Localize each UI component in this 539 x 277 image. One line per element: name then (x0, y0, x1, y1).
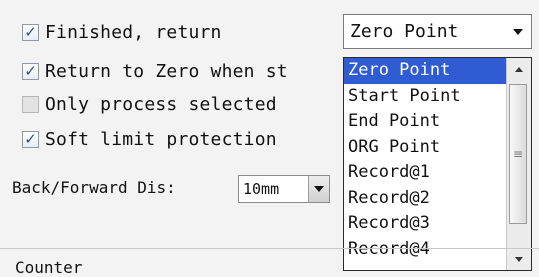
back-forward-distance-select[interactable]: 10mm (238, 175, 330, 203)
return-to-zero-checkbox[interactable]: ✓ (22, 61, 39, 80)
arrow-down-icon[interactable] (507, 248, 530, 270)
soft-limit-protection-checkbox-row[interactable]: ✓ Soft limit protection (22, 127, 277, 151)
checkmark-icon: ✓ (24, 129, 37, 148)
dropdown-scrollbar[interactable]: ≡ (506, 58, 531, 270)
back-forward-distance-value: 10mm (243, 180, 280, 198)
section-divider (0, 248, 539, 249)
dropdown-item-zero-point[interactable]: Zero Point (344, 58, 508, 84)
dropdown-item-org-point[interactable]: ORG Point (344, 135, 508, 161)
finished-return-checkbox[interactable]: ✓ (22, 22, 39, 41)
soft-limit-protection-checkbox[interactable]: ✓ (22, 129, 39, 148)
dropdown-item-start-point[interactable]: Start Point (344, 84, 508, 110)
only-process-selected-checkbox-row[interactable]: Only process selected (22, 92, 277, 116)
dropdown-items: Zero Point Start Point End Point ORG Poi… (344, 58, 508, 262)
settings-panel: ✓ Finished, return ✓ Return to Zero when… (0, 0, 539, 277)
return-point-selected-value: Zero Point (350, 21, 459, 42)
return-to-zero-checkbox-row[interactable]: ✓ Return to Zero when st (22, 59, 288, 83)
return-point-select[interactable]: Zero Point (343, 14, 532, 49)
soft-limit-protection-label: Soft limit protection (45, 128, 277, 150)
chevron-down-icon[interactable] (505, 15, 531, 48)
counter-section-label: Counter (15, 258, 83, 277)
dropdown-item-record-1[interactable]: Record@1 (344, 160, 508, 186)
return-to-zero-label: Return to Zero when st (45, 60, 288, 82)
arrow-up-icon[interactable] (507, 58, 530, 80)
back-forward-distance-label: Back/Forward Dis: (12, 178, 176, 197)
finished-return-label: Finished, return (45, 21, 222, 43)
chevron-down-icon[interactable] (308, 176, 329, 202)
dropdown-item-record-3[interactable]: Record@3 (344, 211, 508, 237)
checkmark-icon: ✓ (24, 61, 37, 80)
dropdown-item-record-4[interactable]: Record@4 (344, 237, 508, 263)
dropdown-item-record-2[interactable]: Record@2 (344, 186, 508, 212)
checkmark-icon: ✓ (24, 22, 37, 41)
only-process-selected-label: Only process selected (45, 93, 277, 115)
dropdown-item-end-point[interactable]: End Point (344, 109, 508, 135)
return-point-dropdown-list: Zero Point Start Point End Point ORG Poi… (343, 57, 532, 271)
finished-return-checkbox-row[interactable]: ✓ Finished, return (22, 20, 222, 44)
only-process-selected-checkbox[interactable] (22, 95, 39, 113)
scrollbar-thumb[interactable]: ≡ (509, 84, 527, 224)
